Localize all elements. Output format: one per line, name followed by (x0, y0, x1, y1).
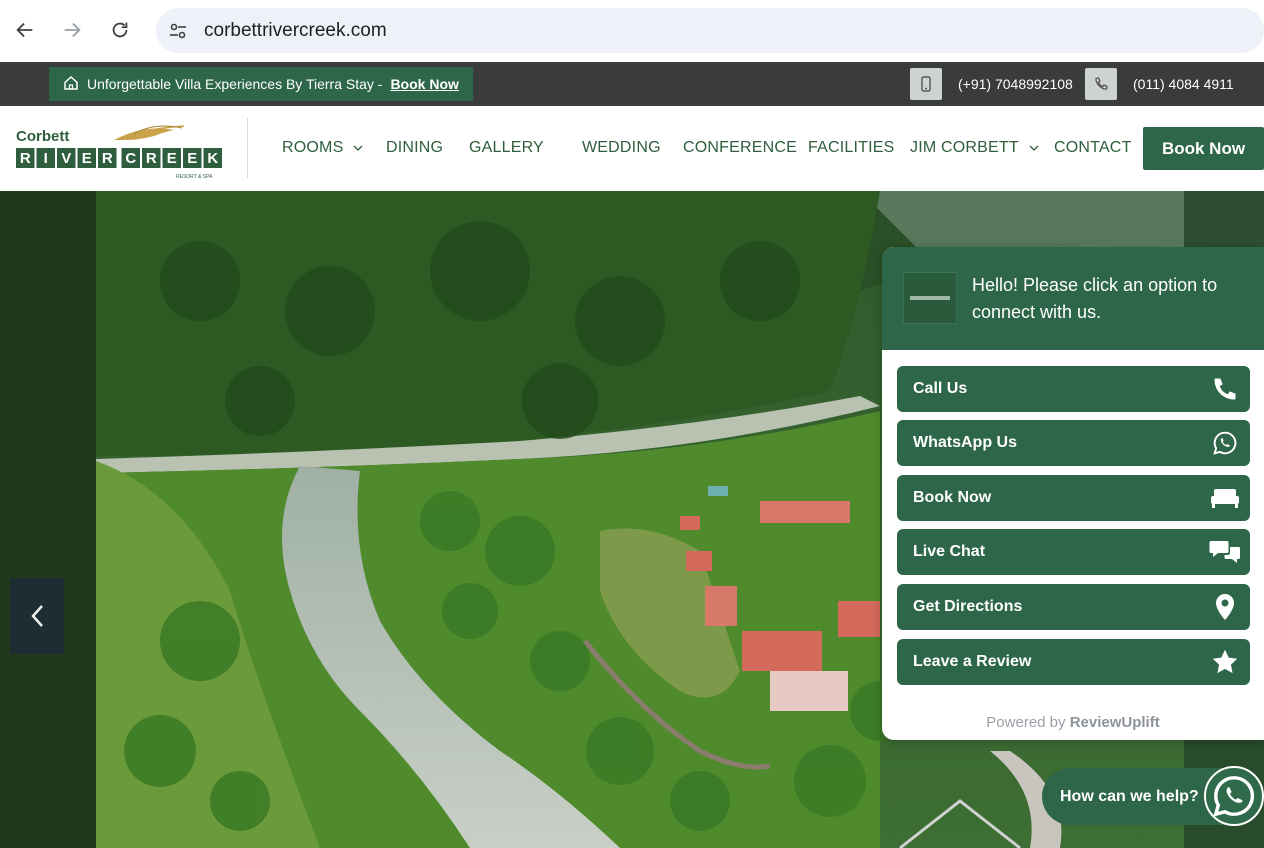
nav-rooms[interactable]: ROOMS (282, 139, 363, 157)
nav-facilities[interactable]: FACILITIES (808, 139, 894, 157)
option-label: Call Us (913, 380, 968, 397)
option-label: Book Now (913, 489, 992, 506)
nav-dining[interactable]: DINING (386, 139, 443, 157)
site-logo[interactable]: Corbett RIVERCREEK RESORT & SPA (14, 120, 230, 180)
mobile-number[interactable]: (+91) 7048992108 (958, 76, 1073, 92)
logo-letter: V (61, 150, 71, 167)
site-settings-icon[interactable] (168, 21, 188, 46)
logo-letter: R (146, 150, 157, 167)
url-text: corbettrivercreek.com (204, 20, 387, 41)
widget-header: Hello! Please click an option to connect… (882, 247, 1264, 350)
reload-icon[interactable] (106, 16, 134, 44)
contact-widget: Hello! Please click an option to connect… (882, 247, 1264, 740)
option-call-us[interactable]: Call Us (897, 366, 1250, 412)
slider-prev-button[interactable] (10, 578, 64, 654)
forward-icon[interactable] (58, 16, 86, 44)
option-label: Leave a Review (913, 653, 1032, 670)
logo-letter: E (187, 150, 197, 167)
nav-contact-label: CONTACT (1054, 139, 1132, 156)
logo-letter: E (167, 150, 177, 167)
logo-letter: R (20, 150, 31, 167)
logo-letter: K (207, 150, 218, 167)
widget-greeting: Hello! Please click an option to connect… (972, 275, 1218, 322)
logo-divider (247, 118, 248, 178)
logo-tag: RESORT & SPA (176, 174, 213, 180)
nav-conference[interactable]: CONFERENCE (683, 139, 797, 157)
logo-letter: R (102, 150, 113, 167)
nav-dining-label: DINING (386, 139, 444, 156)
powered-brand[interactable]: ReviewUplift (1070, 714, 1160, 731)
nav-contact[interactable]: CONTACT (1054, 139, 1132, 157)
nav-jim-corbett[interactable]: JIM CORBETT (910, 139, 1039, 157)
top-info-bar: Unforgettable Villa Experiences By Tierr… (0, 62, 1264, 106)
address-bar[interactable]: corbettrivercreek.com (156, 8, 1264, 53)
chevron-down-icon (353, 145, 363, 151)
telephone-icon (1085, 68, 1117, 100)
help-label: How can we help? (1060, 787, 1199, 805)
logo-letter: E (82, 150, 92, 167)
main-navbar: Corbett RIVERCREEK RESORT & SPA ROOMS DI… (0, 106, 1264, 191)
option-label: Get Directions (913, 598, 1023, 615)
mobile-icon (910, 68, 942, 100)
location-pin-icon (1209, 591, 1241, 623)
star-icon (1209, 646, 1241, 678)
nav-gallery-label: GALLERY (469, 139, 544, 156)
chevron-down-icon (1029, 145, 1039, 151)
option-live-chat[interactable]: Live Chat (897, 529, 1250, 575)
bed-icon (1209, 482, 1241, 514)
option-label: WhatsApp Us (913, 434, 1017, 451)
nav-jim-corbett-label: JIM CORBETT (910, 139, 1019, 156)
nav-rooms-label: ROOMS (282, 139, 344, 156)
nav-facilities-label: FACILITIES (808, 139, 895, 156)
promo-text: Unforgettable Villa Experiences By Tierr… (87, 76, 383, 92)
nav-book-now-button[interactable]: Book Now (1143, 127, 1264, 170)
nav-wedding-label: WEDDING (582, 139, 661, 156)
whatsapp-float-button[interactable] (1204, 766, 1264, 826)
chat-icon (1209, 536, 1241, 568)
promo-banner[interactable]: Unforgettable Villa Experiences By Tierr… (49, 67, 473, 101)
browser-toolbar: corbettrivercreek.com (0, 0, 1264, 62)
logo-letter: C (125, 150, 136, 167)
option-get-directions[interactable]: Get Directions (897, 584, 1250, 630)
phone-icon (1209, 373, 1241, 405)
option-leave-review[interactable]: Leave a Review (897, 639, 1250, 685)
logo-letter: I (44, 150, 48, 167)
whatsapp-icon (1209, 427, 1241, 459)
chevron-left-icon (31, 605, 43, 627)
powered-prefix: Powered by (986, 714, 1066, 731)
option-book-now[interactable]: Book Now (897, 475, 1250, 521)
whatsapp-icon (1213, 776, 1255, 817)
powered-by: Powered by ReviewUplift (882, 714, 1264, 731)
nav-wedding[interactable]: WEDDING (582, 139, 661, 157)
back-icon[interactable] (11, 16, 39, 44)
promo-book-link[interactable]: Book Now (390, 76, 458, 92)
option-whatsapp-us[interactable]: WhatsApp Us (897, 420, 1250, 466)
home-icon (63, 75, 79, 94)
logo-top-text: Corbett (16, 128, 69, 145)
option-label: Live Chat (913, 543, 986, 560)
nav-conference-label: CONFERENCE (683, 139, 798, 156)
widget-brand-logo (903, 272, 957, 324)
landline-number[interactable]: (011) 4084 4911 (1133, 76, 1234, 92)
nav-gallery[interactable]: GALLERY (469, 139, 544, 157)
